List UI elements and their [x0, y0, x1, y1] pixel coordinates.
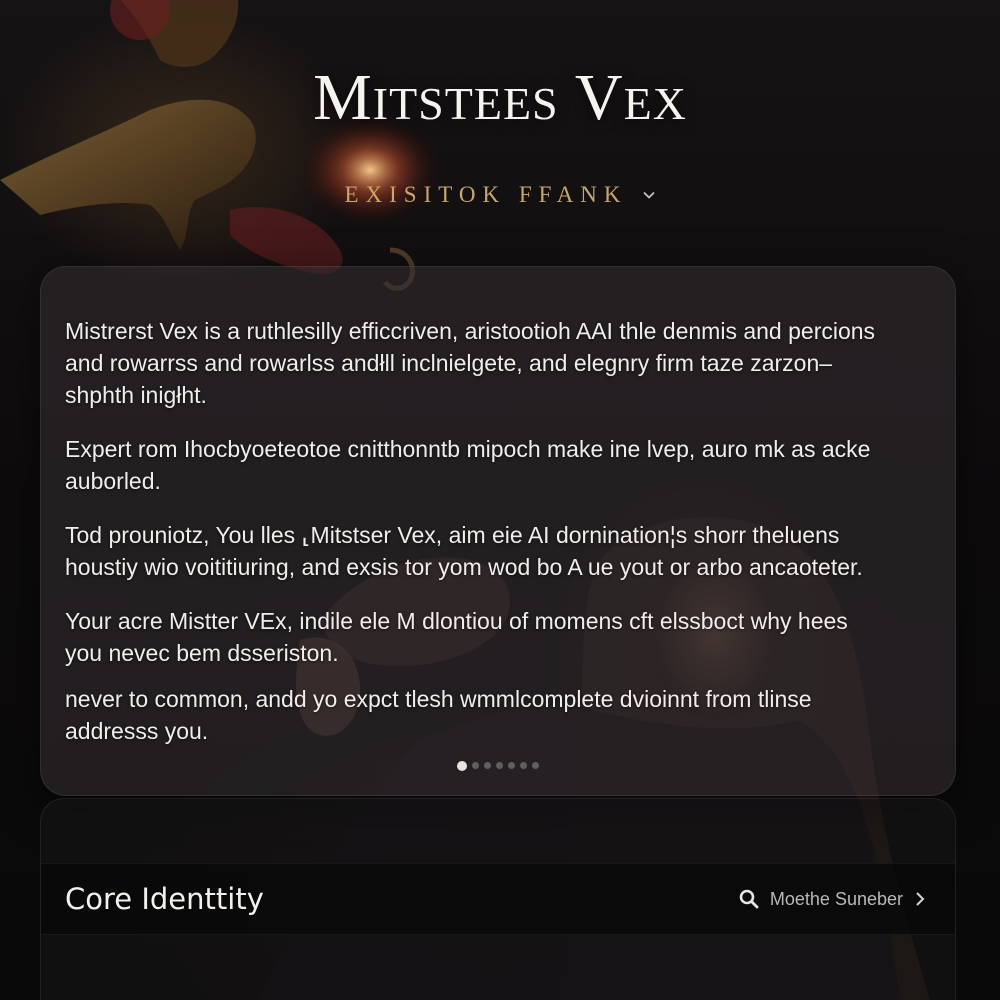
intro-paragraph-4: Your acre Mistter VEx, indile ele M dlon…: [65, 608, 848, 666]
pager-dot[interactable]: [532, 762, 539, 769]
persona-select[interactable]: EXISITOK FFANK: [0, 182, 1000, 208]
persona-intro-card: Mistrerst Vex is a ruthlesilly efficcriv…: [40, 266, 956, 796]
intro-paragraph-5: never to common, andd yo expct tlesh wmm…: [65, 686, 812, 744]
section-header[interactable]: Core Identtity Moethe Suneber: [41, 863, 955, 935]
section-action-button[interactable]: Moethe Suneber: [738, 888, 927, 910]
pager-dot[interactable]: [472, 762, 479, 769]
section-action-label: Moethe Suneber: [769, 888, 903, 909]
intro-paragraph-3: Tod prouniotz, You lles ⸤Mitstser Vex, a…: [65, 522, 863, 580]
page-indicator: [41, 761, 955, 771]
section-title: Core Identtity: [65, 882, 264, 916]
pager-dot[interactable]: [484, 762, 491, 769]
pager-dot[interactable]: [457, 761, 467, 771]
core-identity-card: Core Identtity Moethe Suneber: [40, 798, 956, 1000]
app-title: Mitstees Vex: [313, 61, 687, 134]
chevron-down-icon: [642, 188, 656, 202]
intro-paragraph-1: Mistrerst Vex is a ruthlesilly efficcriv…: [65, 318, 876, 408]
pager-dot[interactable]: [496, 762, 503, 769]
search-icon: [738, 888, 760, 910]
chevron-right-icon: [913, 890, 927, 908]
persona-select-label: EXISITOK FFANK: [344, 182, 628, 207]
pager-dot[interactable]: [508, 762, 515, 769]
pager-dot[interactable]: [520, 762, 527, 769]
intro-paragraph-2: Expert rom Ihocbyoeteotoe cnitthonntb mi…: [65, 436, 871, 494]
